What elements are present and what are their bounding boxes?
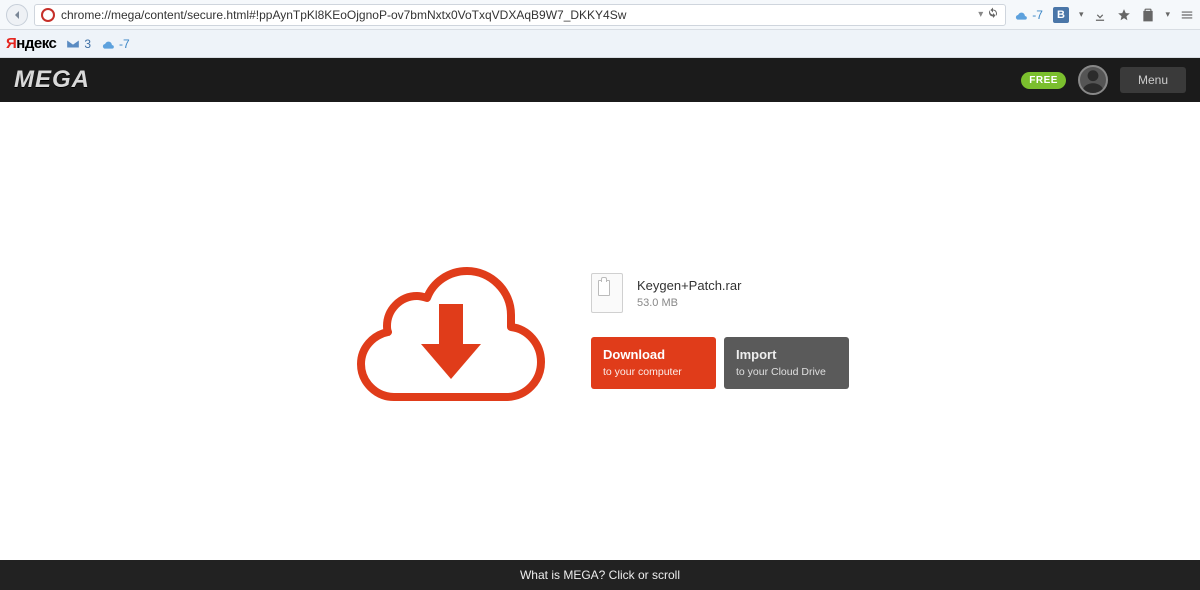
weather-temp-2: -7: [119, 37, 130, 51]
button-row: Download to your computer Import to your…: [591, 337, 849, 388]
mail-count: 3: [84, 37, 91, 51]
footer-text: What is MEGA? Click or scroll: [520, 568, 680, 582]
download-button-sub: to your computer: [603, 366, 704, 379]
vk-dropdown-icon[interactable]: ▾: [1079, 9, 1084, 20]
dropdown-marker-icon[interactable]: ▾: [978, 9, 983, 20]
mega-header: MEGA FREE Menu: [0, 58, 1200, 102]
menu-button[interactable]: Menu: [1120, 67, 1186, 93]
mail-icon: [66, 39, 80, 49]
yandex-logo[interactable]: Яндекс: [6, 35, 56, 52]
browser-chrome: ▾ -7 B ▾ ▾: [0, 0, 1200, 30]
avatar[interactable]: [1078, 65, 1108, 95]
clipboard-icon[interactable]: [1141, 8, 1155, 22]
import-button-title: Import: [736, 347, 837, 363]
mail-chip[interactable]: 3: [66, 37, 91, 51]
file-size: 53.0 MB: [637, 297, 741, 309]
cloud-download-icon: [351, 249, 551, 414]
downloads-icon[interactable]: [1093, 8, 1107, 22]
file-info: Keygen+Patch.rar 53.0 MB Download to you…: [591, 273, 849, 388]
hamburger-menu-icon[interactable]: [1180, 8, 1194, 22]
url-input[interactable]: [61, 8, 972, 22]
cloud-icon: [1014, 10, 1028, 20]
weather-temp: -7: [1032, 8, 1043, 22]
file-name: Keygen+Patch.rar: [637, 278, 741, 293]
download-button[interactable]: Download to your computer: [591, 337, 716, 388]
mega-logo[interactable]: MEGA: [14, 66, 90, 94]
free-badge[interactable]: FREE: [1021, 72, 1066, 89]
footer-bar[interactable]: What is MEGA? Click or scroll: [0, 560, 1200, 590]
download-button-title: Download: [603, 347, 704, 363]
download-block: Keygen+Patch.rar 53.0 MB Download to you…: [351, 249, 849, 414]
nav-back-button[interactable]: [6, 4, 28, 26]
file-row: Keygen+Patch.rar 53.0 MB: [591, 273, 849, 313]
url-bar[interactable]: ▾: [34, 4, 1006, 26]
import-button[interactable]: Import to your Cloud Drive: [724, 337, 849, 388]
archive-file-icon: [591, 273, 623, 313]
bookmark-star-icon[interactable]: [1117, 8, 1131, 22]
weather-chip[interactable]: -7: [1014, 8, 1043, 22]
clipboard-dropdown-icon[interactable]: ▾: [1165, 9, 1170, 20]
mega-favicon-icon: [41, 8, 55, 22]
user-icon: [1080, 67, 1106, 93]
import-button-sub: to your Cloud Drive: [736, 366, 837, 379]
browser-toolbar-secondary: Яндекс 3 -7: [0, 30, 1200, 58]
vk-badge[interactable]: B: [1053, 7, 1069, 23]
main-content: Keygen+Patch.rar 53.0 MB Download to you…: [0, 102, 1200, 560]
refresh-icon[interactable]: [987, 7, 999, 22]
weather-chip-2[interactable]: -7: [101, 37, 130, 51]
arrow-left-icon: [12, 10, 22, 20]
cloud-icon: [101, 39, 115, 49]
